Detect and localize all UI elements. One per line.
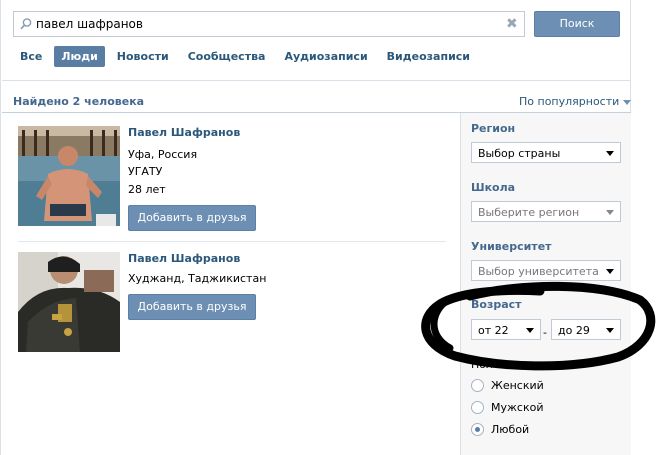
result-name-link[interactable]: Павел Шафранов	[128, 126, 240, 139]
gender-option-label: Любой	[491, 423, 530, 436]
search-button[interactable]: Поиск	[534, 11, 620, 37]
chevron-down-icon	[606, 269, 614, 274]
age-range-separator: -	[543, 326, 547, 339]
region-select-value: Выбор страны	[478, 147, 561, 160]
tab-audio[interactable]: Аудиозаписи	[277, 46, 374, 67]
chevron-down-icon	[526, 328, 534, 333]
radio-button[interactable]	[471, 423, 484, 436]
search-page: павел шафранов ✖ Поиск Все Люди Новости …	[0, 0, 632, 455]
school-select-value: Выберите регион	[478, 206, 580, 219]
search-query-text: павел шафранов	[36, 17, 143, 31]
age-to-select[interactable]: до 29	[551, 319, 621, 340]
school-label: Школа	[471, 181, 516, 194]
chevron-down-icon	[606, 328, 614, 333]
region-select[interactable]: Выбор страны	[471, 142, 621, 163]
filter-panel: Регион Выбор страны Школа Выберите регио…	[460, 113, 631, 455]
result-university: УГАТУ	[128, 165, 163, 178]
result-location: Уфа, Россия	[128, 148, 198, 161]
result-location: Худжанд, Таджикистан	[128, 272, 267, 285]
search-tabs: Все Люди Новости Сообщества Аудиозаписи …	[13, 46, 482, 68]
chevron-down-icon	[623, 99, 632, 105]
gender-label: Пол	[471, 358, 494, 371]
sort-label: По популярности	[519, 95, 620, 108]
radio-button[interactable]	[471, 379, 484, 392]
result-divider	[18, 241, 446, 242]
result-item: Павел Шафранов Худжанд, Таджикистан Доба…	[18, 252, 448, 352]
header-divider	[2, 80, 631, 81]
search-icon	[20, 18, 32, 30]
radio-button[interactable]	[471, 401, 484, 414]
sort-dropdown[interactable]: По популярности	[519, 95, 632, 108]
gender-option-label: Мужской	[491, 401, 544, 414]
clear-search-icon[interactable]: ✖	[506, 17, 518, 31]
age-from-select[interactable]: от 22	[471, 319, 541, 340]
result-age: 28 лет	[128, 183, 166, 196]
add-friend-button[interactable]: Добавить в друзья	[128, 205, 256, 231]
university-label: Университет	[471, 240, 552, 253]
result-item: Павел Шафранов Уфа, Россия УГАТУ 28 лет …	[18, 126, 448, 236]
results-count: Найдено 2 человека	[13, 95, 145, 108]
school-select[interactable]: Выберите регион	[471, 201, 621, 222]
chevron-down-icon	[606, 151, 614, 156]
age-to-value: до 29	[558, 324, 590, 337]
tab-people[interactable]: Люди	[54, 46, 105, 67]
avatar[interactable]	[18, 252, 120, 352]
tab-communities[interactable]: Сообщества	[181, 46, 273, 67]
tab-all[interactable]: Все	[13, 46, 49, 67]
university-select-value: Выбор университета	[478, 265, 599, 278]
search-input[interactable]: павел шафранов ✖	[13, 11, 525, 37]
university-select[interactable]: Выбор университета	[471, 260, 621, 281]
add-friend-button[interactable]: Добавить в друзья	[128, 294, 256, 320]
tab-video[interactable]: Видеозаписи	[380, 46, 477, 67]
tab-news[interactable]: Новости	[110, 46, 176, 67]
avatar[interactable]	[18, 126, 120, 226]
chevron-down-icon	[606, 210, 614, 215]
result-name-link[interactable]: Павел Шафранов	[128, 252, 240, 265]
age-label: Возраст	[471, 298, 522, 311]
age-from-value: от 22	[478, 324, 509, 337]
gender-option-label: Женский	[491, 379, 544, 392]
region-label: Регион	[471, 122, 516, 135]
